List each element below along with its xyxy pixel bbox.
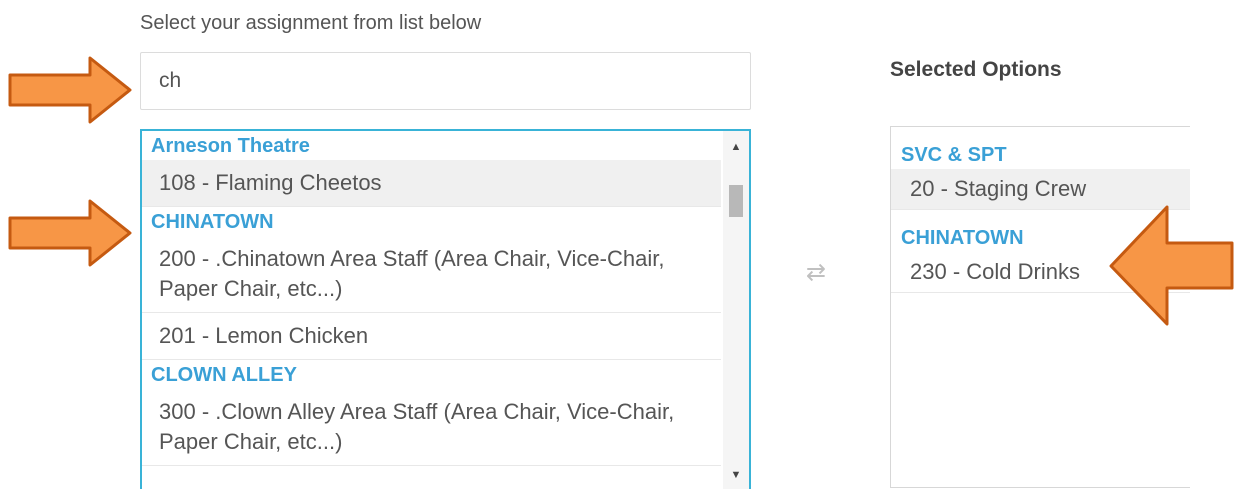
group-header-svc-spt: SVC & SPT [901, 144, 1007, 166]
annotation-arrow [8, 56, 132, 124]
group-header-clown-alley: CLOWN ALLEY [151, 364, 297, 386]
annotation-arrow [1109, 205, 1234, 326]
scrollbar[interactable]: ▲ ▼ [723, 131, 749, 489]
option-200-chinatown-area-staff[interactable]: 200 - .Chinatown Area Staff (Area Chair,… [142, 236, 721, 313]
transfer-icon: ⇄ [806, 259, 827, 286]
scroll-down-icon[interactable]: ▼ [723, 465, 749, 485]
option-300-clown-alley-area-staff[interactable]: 300 - .Clown Alley Area Staff (Area Chai… [142, 389, 721, 466]
annotation-arrow [8, 199, 132, 267]
option-201-lemon-chicken[interactable]: 201 - Lemon Chicken [142, 313, 721, 360]
group-header-chinatown: CHINATOWN [151, 211, 274, 233]
option-108-flaming-cheetos[interactable]: 108 - Flaming Cheetos [142, 160, 721, 207]
instruction-text: Select your assignment from list below [140, 12, 482, 34]
search-input[interactable] [140, 52, 751, 110]
scroll-up-icon[interactable]: ▲ [723, 137, 749, 157]
selected-options-title: Selected Options [890, 58, 1062, 81]
group-header-arneson-theatre: Arneson Theatre [151, 135, 310, 157]
available-options-list[interactable]: Arneson Theatre 108 - Flaming Cheetos CH… [140, 129, 751, 489]
scrollbar-thumb[interactable] [729, 185, 743, 217]
